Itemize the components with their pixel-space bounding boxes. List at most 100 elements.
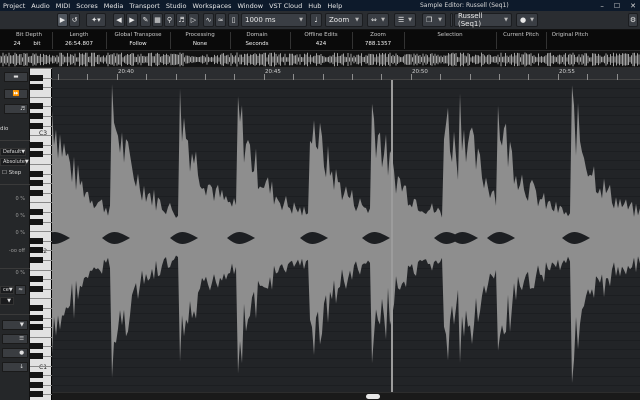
tools-dropdown[interactable]: ● ▼: [516, 13, 538, 27]
clip-layers-dropdown[interactable]: ❐ ▼: [422, 13, 446, 27]
info-offline-edits[interactable]: Offline Edits 424: [292, 30, 350, 51]
menu-scores[interactable]: Scores: [73, 2, 101, 10]
mode-select[interactable]: ▼: [0, 297, 14, 305]
lanes-dropdown[interactable]: ☰ ▼: [394, 13, 416, 27]
snap-left-icon[interactable]: ◀: [113, 13, 125, 27]
black-key[interactable]: [30, 276, 43, 283]
scroll-down-button[interactable]: ↓: [2, 362, 28, 372]
black-key[interactable]: [30, 237, 43, 244]
menu-studio[interactable]: Studio: [163, 2, 190, 10]
waveform-display[interactable]: [52, 80, 640, 392]
black-key[interactable]: [30, 324, 43, 331]
menu-workspaces[interactable]: Workspaces: [190, 2, 235, 10]
tool-mode-icon[interactable]: ✦▾: [86, 13, 106, 27]
black-key[interactable]: [30, 103, 43, 110]
close-icon[interactable]: ✕: [630, 2, 636, 10]
black-key[interactable]: [30, 170, 43, 177]
clip-name-dropdown[interactable]: Russell (Seq1) ▼: [454, 12, 512, 28]
pitch-mode-select[interactable]: Default ▼: [0, 148, 26, 156]
black-key[interactable]: [30, 84, 43, 91]
pct-value-2[interactable]: 0 %: [15, 213, 25, 219]
pencil-tool-icon[interactable]: ✎: [140, 13, 151, 27]
window-title: Sample Editor: Russell (Seq1): [420, 2, 509, 9]
black-key[interactable]: [30, 305, 43, 311]
step-checkbox[interactable]: ☐ Step: [2, 170, 21, 176]
black-key[interactable]: [30, 257, 43, 263]
erase-tool-icon[interactable]: ▦: [152, 13, 163, 27]
black-key[interactable]: [30, 353, 43, 359]
maximize-icon[interactable]: ☐: [614, 2, 620, 10]
black-key[interactable]: [30, 141, 43, 148]
black-key[interactable]: [30, 151, 43, 158]
menu-hub[interactable]: Hub: [305, 2, 324, 10]
info-original-pitch[interactable]: Original Pitch: [548, 30, 592, 51]
black-key[interactable]: [30, 189, 43, 196]
play-loop-icon[interactable]: ↺: [69, 13, 80, 27]
curve-toggle-icon[interactable]: ≈: [15, 285, 26, 295]
black-key[interactable]: [30, 391, 43, 398]
menu-audio[interactable]: Audio: [28, 2, 52, 10]
info-length[interactable]: Length 26:54.807: [54, 30, 104, 51]
curve-select[interactable]: ce ▼: [0, 286, 14, 294]
hitpoint-icon[interactable]: ∿: [203, 13, 214, 27]
menu-midi[interactable]: MIDI: [53, 2, 73, 10]
project-cursor[interactable]: [391, 80, 393, 392]
info-bit-depth[interactable]: Bit Depth 24 bit: [0, 30, 44, 51]
time-ruler[interactable]: 20:40 20:45 20:50 20:55: [52, 68, 640, 80]
pct-value-4[interactable]: 0 %: [15, 270, 25, 276]
scrollbar-thumb[interactable]: [366, 394, 380, 399]
menu-project[interactable]: Project: [0, 2, 28, 10]
transpose-mode-select[interactable]: Absolute ▼: [0, 158, 29, 166]
info-zoom[interactable]: Zoom 788.1357: [354, 30, 402, 51]
info-selection[interactable]: Selection: [406, 30, 494, 51]
white-key-divider: [30, 202, 52, 204]
settings-gear-icon[interactable]: ⚙: [628, 13, 638, 27]
menu-window[interactable]: Window: [234, 2, 266, 10]
black-key[interactable]: [30, 218, 43, 225]
note-icon[interactable]: ♩: [310, 13, 322, 27]
filter-button[interactable]: ▼: [2, 320, 28, 330]
menu-vst-cloud[interactable]: VST Cloud: [266, 2, 305, 10]
menu-help[interactable]: Help: [324, 2, 345, 10]
black-key[interactable]: [30, 247, 43, 254]
black-key[interactable]: [30, 314, 43, 321]
pct-value-3[interactable]: 0 %: [15, 230, 25, 236]
pct-value-1[interactable]: 0 %: [15, 196, 25, 202]
warp-icon[interactable]: ≈: [215, 13, 226, 27]
black-key[interactable]: [30, 209, 43, 215]
horizontal-scrollbar[interactable]: [52, 392, 640, 400]
skip-forward-button[interactable]: ⏩: [4, 89, 28, 99]
audio-settings-button[interactable]: ♬: [4, 104, 28, 114]
zoom-tool-icon[interactable]: ⚲: [164, 13, 175, 27]
chevron-down-icon: ▼: [21, 149, 26, 155]
pitch-keyboard[interactable]: C3 C2 C1: [30, 68, 52, 400]
snap-right-icon[interactable]: ▶: [126, 13, 138, 27]
black-key[interactable]: [30, 372, 43, 379]
audition-icon[interactable]: ▷: [188, 13, 199, 27]
object-selection-tool-icon[interactable]: ▶: [57, 13, 68, 27]
info-global-transpose[interactable]: Global Transpose Follow: [108, 30, 168, 51]
grid-length-dropdown[interactable]: 1000 ms ▼: [241, 13, 307, 27]
list-button[interactable]: ☰: [2, 334, 28, 344]
snap-to-zero-button[interactable]: ▬: [4, 72, 28, 82]
zoom-mode-dropdown[interactable]: Zoom ▼: [325, 13, 363, 27]
black-key[interactable]: [30, 74, 43, 81]
record-button[interactable]: ●: [2, 348, 28, 358]
info-processing[interactable]: Processing None: [172, 30, 228, 51]
info-current-pitch[interactable]: Current Pitch: [498, 30, 544, 51]
link-dropdown[interactable]: ⇔ ▼: [367, 13, 389, 27]
black-key[interactable]: [30, 122, 43, 129]
black-key[interactable]: [30, 381, 43, 388]
speaker-icon[interactable]: ♬: [176, 13, 187, 27]
black-key[interactable]: [30, 285, 43, 292]
black-key[interactable]: [30, 343, 43, 350]
menu-transport[interactable]: Transport: [126, 2, 163, 10]
overview-waveform[interactable]: [0, 51, 640, 68]
minimize-icon[interactable]: –: [600, 2, 604, 10]
off-value[interactable]: -oo off: [9, 248, 25, 254]
menu-media[interactable]: Media: [101, 2, 127, 10]
snap-toggle-icon[interactable]: ▯: [228, 13, 239, 27]
info-domain[interactable]: Domain Seconds: [232, 30, 282, 51]
black-key[interactable]: [30, 113, 43, 119]
black-key[interactable]: [30, 180, 43, 187]
